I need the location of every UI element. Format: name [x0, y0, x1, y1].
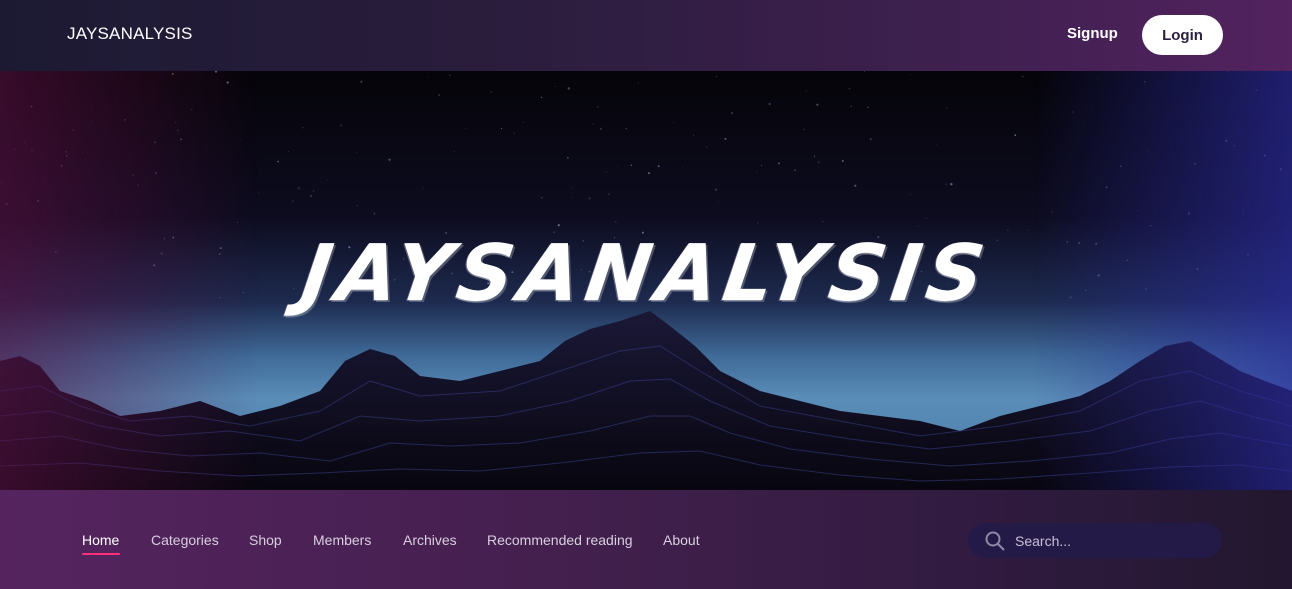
nav-item-home[interactable]: Home: [82, 532, 119, 548]
login-button[interactable]: Login: [1142, 15, 1223, 55]
nav-item-recommended-reading[interactable]: Recommended reading: [487, 532, 633, 548]
main-navigation: Home Categories Shop Members Archives Re…: [0, 490, 1292, 589]
signup-link[interactable]: Signup: [1067, 25, 1118, 42]
nav-item-about[interactable]: About: [663, 532, 700, 548]
hero-banner: JAYSANALYSIS: [0, 71, 1292, 490]
nav-item-categories[interactable]: Categories: [151, 532, 219, 548]
nav-item-shop[interactable]: Shop: [249, 532, 282, 548]
brand-logo[interactable]: JAYSANALYSIS: [67, 24, 193, 44]
active-nav-indicator: [82, 553, 120, 555]
search-icon[interactable]: [985, 531, 1005, 551]
search-input[interactable]: [1015, 523, 1205, 558]
top-header: JAYSANALYSIS Signup Login: [0, 0, 1292, 71]
nav-item-members[interactable]: Members: [313, 532, 371, 548]
search-box[interactable]: [968, 523, 1222, 558]
nav-item-archives[interactable]: Archives: [403, 532, 457, 548]
hero-title: JAYSANALYSIS: [296, 229, 996, 319]
